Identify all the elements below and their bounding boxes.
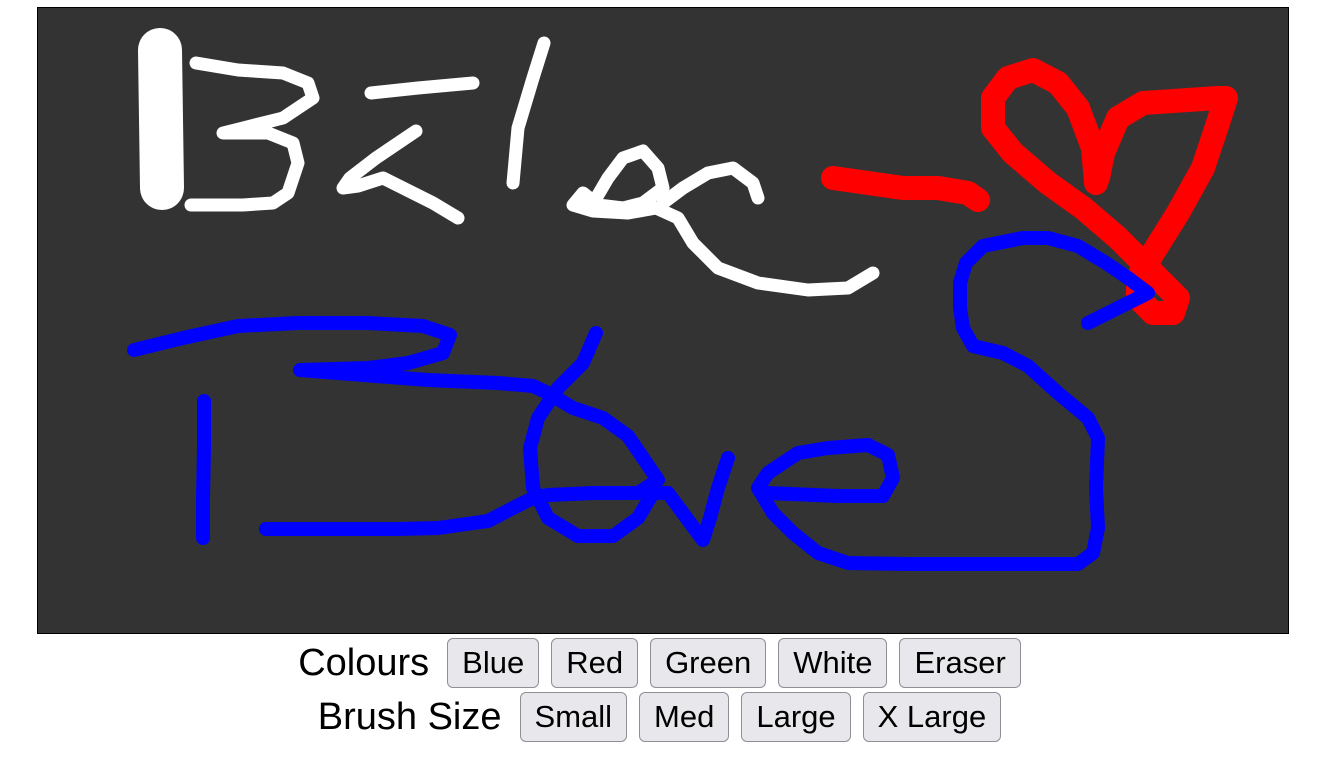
controls-panel: Colours Blue Red Green White Eraser Brus…	[0, 636, 1325, 744]
colours-label: Colours	[298, 642, 430, 684]
brush-stroke	[196, 394, 211, 545]
brush-small-button[interactable]: Small	[519, 691, 628, 743]
brush-stroke	[981, 58, 1238, 325]
brush-large-button[interactable]: Large	[741, 691, 851, 743]
eraser-button[interactable]: Eraser	[899, 637, 1021, 689]
brush-stroke	[336, 124, 465, 225]
brush-stroke	[364, 76, 480, 100]
brush-size-row: Brush Size Small Med Large X Large	[0, 690, 1325, 744]
brush-xlarge-button[interactable]: X Large	[862, 691, 1002, 743]
colour-blue-button[interactable]: Blue	[447, 637, 540, 689]
drawing-canvas[interactable]	[37, 7, 1289, 634]
colour-red-button[interactable]: Red	[551, 637, 639, 689]
colour-white-button[interactable]: White	[778, 637, 888, 689]
colour-green-button[interactable]: Green	[650, 637, 767, 689]
brush-stroke	[821, 166, 990, 212]
colours-row: Colours Blue Red Green White Eraser	[0, 636, 1325, 690]
brush-stroke	[506, 36, 551, 190]
brush-stroke	[138, 28, 184, 210]
brush-med-button[interactable]: Med	[639, 691, 730, 743]
drawing-surface[interactable]	[38, 8, 1288, 633]
brush-size-label: Brush Size	[317, 696, 502, 738]
brush-stroke	[656, 161, 765, 210]
brush-stroke	[184, 56, 320, 212]
